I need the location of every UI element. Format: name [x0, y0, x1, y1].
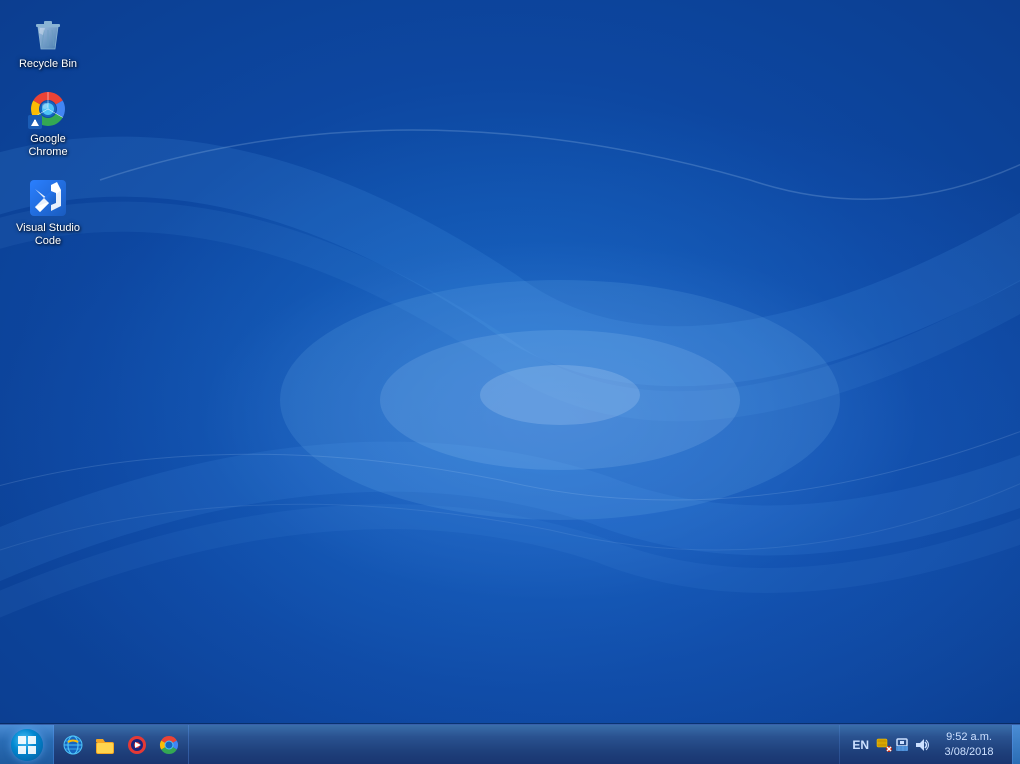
visual-studio-code-icon[interactable]: Visual Studio Code	[10, 174, 86, 252]
wallpaper-swoosh	[0, 0, 1020, 764]
tray-network-icon[interactable]	[876, 737, 892, 753]
tray-language[interactable]: EN	[848, 738, 873, 752]
taskbar-explorer-icon[interactable]	[90, 730, 120, 760]
google-chrome-icon[interactable]: Google Chrome	[10, 85, 86, 163]
taskbar-chrome-icon[interactable]	[154, 730, 184, 760]
recycle-bin-image	[28, 14, 68, 54]
show-desktop-button[interactable]	[1012, 725, 1020, 764]
recycle-bin-icon[interactable]: Recycle Bin	[10, 10, 86, 75]
system-tray: EN	[839, 725, 1012, 764]
tray-icons-group: EN	[848, 737, 930, 753]
tray-time: 9:52 a.m.	[946, 730, 992, 744]
google-chrome-label: Google Chrome	[14, 133, 82, 159]
tray-volume-icon[interactable]	[914, 737, 930, 753]
tray-clock[interactable]: 9:52 a.m. 3/08/2018	[934, 730, 1004, 759]
google-chrome-image	[28, 89, 68, 129]
quick-launch-bar	[54, 725, 189, 764]
desktop-icons-container: Recycle Bin	[0, 0, 96, 262]
desktop: Recycle Bin	[0, 0, 1020, 764]
start-orb	[11, 729, 43, 761]
tray-date: 3/08/2018	[945, 745, 994, 759]
start-button[interactable]	[0, 725, 54, 764]
taskbar: EN	[0, 724, 1020, 764]
vscode-label: Visual Studio Code	[14, 222, 82, 248]
taskbar-media-icon[interactable]	[122, 730, 152, 760]
taskbar-ie-icon[interactable]	[58, 730, 88, 760]
vscode-image	[28, 178, 68, 218]
tray-security-icon[interactable]	[895, 737, 911, 753]
recycle-bin-label: Recycle Bin	[19, 58, 77, 71]
taskbar-open-windows	[189, 725, 839, 764]
